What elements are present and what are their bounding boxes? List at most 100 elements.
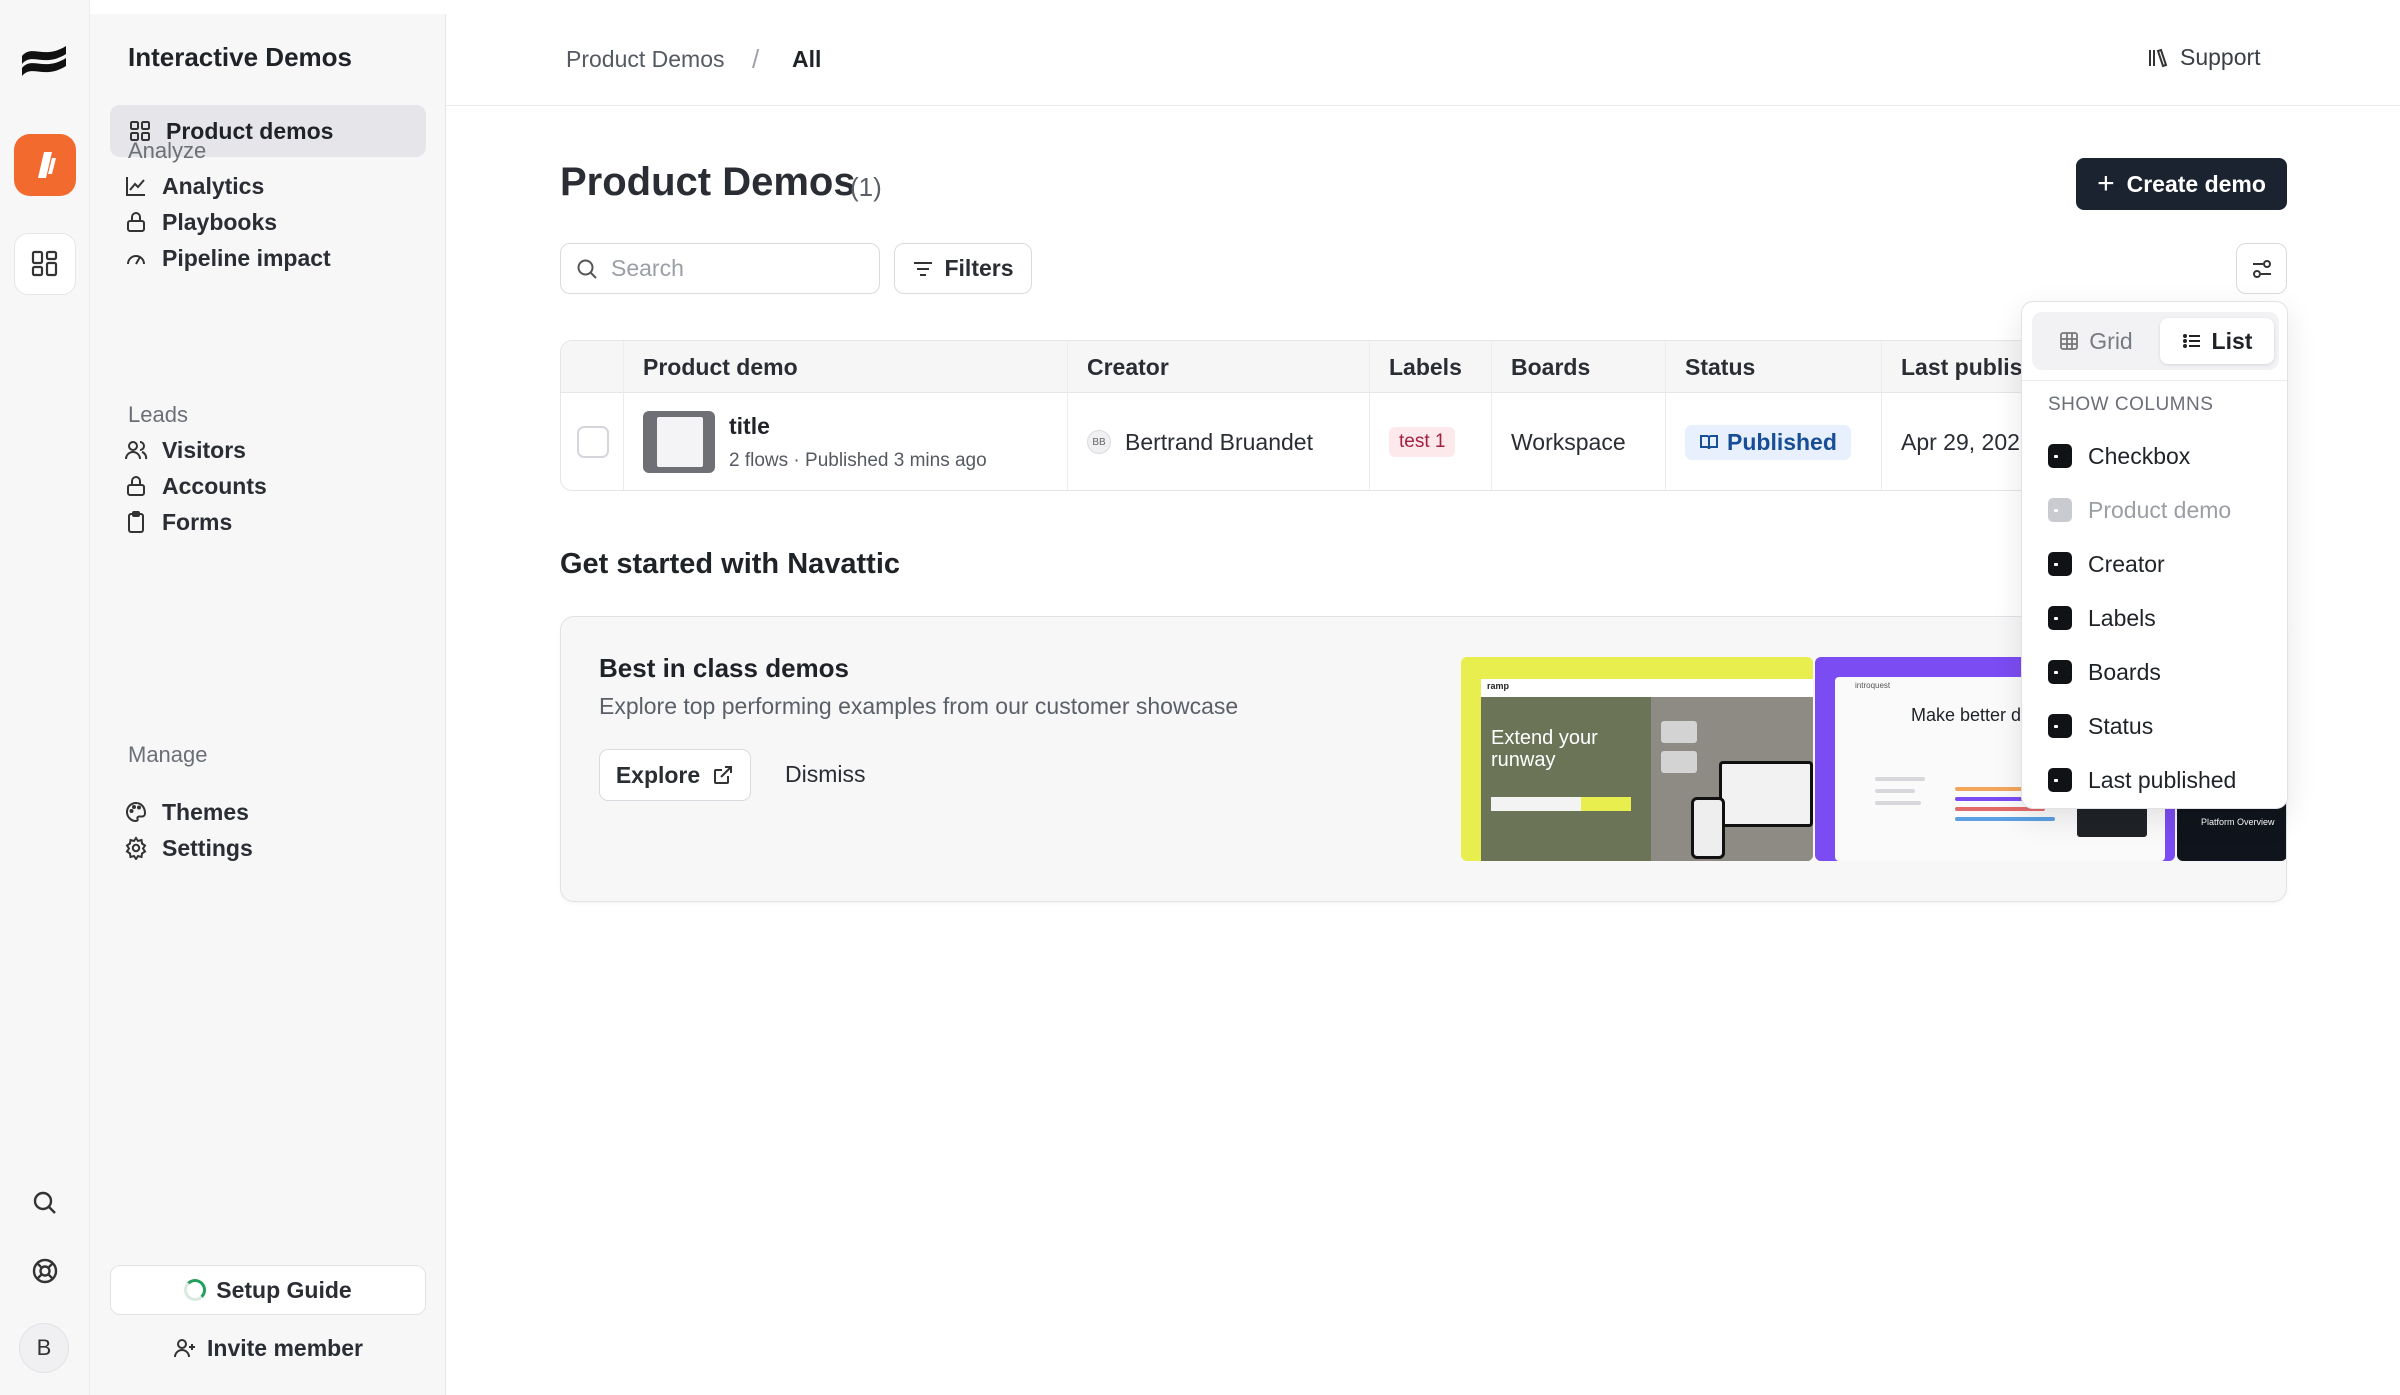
- navattic-logo-icon[interactable]: [18, 38, 70, 88]
- column-toggle-boards[interactable]: Boards: [2048, 652, 2161, 692]
- setup-guide-button[interactable]: Setup Guide: [110, 1265, 426, 1315]
- workspace-title[interactable]: Interactive Demos: [128, 42, 352, 73]
- explore-button[interactable]: Explore: [599, 749, 751, 801]
- setup-guide-label: Setup Guide: [216, 1276, 352, 1303]
- column-toggle-product-demo: Product demo: [2048, 490, 2231, 530]
- avatar[interactable]: B: [19, 1323, 69, 1373]
- create-demo-button[interactable]: + Create demo: [2076, 158, 2287, 210]
- sidebar-item-label: Analytics: [162, 172, 265, 199]
- topbar: Product Demos / All Support: [446, 14, 2400, 106]
- filter-lines-icon: [914, 261, 933, 276]
- grid-view-label: Grid: [2089, 327, 2133, 354]
- grid-view-tab[interactable]: Grid: [2042, 318, 2150, 364]
- breadcrumb-current: All: [792, 46, 822, 72]
- showcase-image-ramp[interactable]: ramp Extend your runway: [1461, 657, 1813, 861]
- column-toggle-status[interactable]: Status: [2048, 706, 2153, 746]
- view-segmented-control: Grid List: [2032, 312, 2279, 370]
- sidebar-item-analytics[interactable]: Analytics: [124, 166, 264, 206]
- demo-thumbnail: [643, 411, 715, 473]
- sidebar-item-settings[interactable]: Settings: [124, 828, 253, 868]
- column-toggle-labels[interactable]: Labels: [2048, 598, 2156, 638]
- plus-icon: +: [2097, 167, 2115, 200]
- app-rail: B: [0, 0, 90, 1395]
- column-header-labels[interactable]: Labels: [1389, 341, 1462, 393]
- shot-brand: ramp: [1487, 681, 1510, 691]
- column-divider: [1369, 341, 1370, 490]
- column-toggle-label: Checkbox: [2088, 442, 2191, 469]
- list-icon: [2182, 334, 2200, 348]
- column-header-last-published[interactable]: Last publis: [1901, 341, 2022, 393]
- column-header-creator[interactable]: Creator: [1087, 341, 1169, 393]
- column-toggle-last-published[interactable]: Last published: [2048, 760, 2236, 800]
- creator-avatar: BB: [1087, 430, 1111, 454]
- breadcrumb-root[interactable]: Product Demos: [566, 46, 725, 73]
- column-header-boards[interactable]: Boards: [1511, 341, 1590, 393]
- grid-apps-icon[interactable]: [14, 233, 76, 295]
- row-checkbox[interactable]: [577, 426, 609, 458]
- library-books-icon: [2149, 48, 2168, 67]
- column-toggle-label: Labels: [2088, 604, 2156, 631]
- help-lifebuoy-icon[interactable]: [26, 1252, 64, 1290]
- dismiss-button[interactable]: Dismiss: [785, 761, 866, 788]
- checkbox-checked-icon: [2048, 660, 2072, 684]
- column-toggle-checkbox[interactable]: Checkbox: [2048, 436, 2190, 476]
- invite-member-label: Invite member: [207, 1334, 363, 1361]
- sliders-icon: [2252, 259, 2271, 278]
- demo-title[interactable]: title: [729, 413, 987, 440]
- section-heading-analyze: Analyze: [128, 138, 207, 163]
- invite-member-button[interactable]: Invite member: [110, 1326, 426, 1370]
- table-grid-icon: [2060, 332, 2079, 350]
- shot-headline: Extend your runway: [1491, 727, 1598, 771]
- column-header-product-demo[interactable]: Product demo: [643, 341, 798, 393]
- checkbox-checked-icon: [2048, 606, 2072, 630]
- status-label: Published: [1727, 428, 1837, 455]
- search-icon[interactable]: [26, 1184, 64, 1222]
- filters-button[interactable]: Filters: [894, 243, 1032, 294]
- view-options-button[interactable]: [2236, 243, 2287, 294]
- sidebar-item-forms[interactable]: Forms: [124, 502, 232, 542]
- sidebar: Interactive Demos Product demos Analyze …: [90, 14, 446, 1395]
- view-options-popover: Grid List SHOW COLUMNS Checkbox Product …: [2021, 301, 2288, 809]
- breadcrumb-separator: /: [752, 44, 760, 74]
- search-input[interactable]: [611, 255, 861, 282]
- checkbox-checked-icon: [2048, 768, 2072, 792]
- sidebar-item-label: Playbooks: [162, 208, 278, 235]
- support-link[interactable]: Support: [2146, 44, 2261, 71]
- section-heading-manage: Manage: [128, 742, 208, 767]
- sidebar-item-themes[interactable]: Themes: [124, 792, 249, 832]
- show-columns-heading: SHOW COLUMNS: [2048, 394, 2214, 415]
- list-view-tab[interactable]: List: [2160, 318, 2274, 364]
- shot-headline: Make better de: [1911, 705, 2032, 725]
- create-demo-label: Create demo: [2126, 170, 2266, 197]
- label-badge[interactable]: test 1: [1389, 427, 1456, 457]
- creator-cell: BB Bertrand Bruandet: [1087, 393, 1313, 490]
- card-subtitle: Explore top performing examples from our…: [599, 693, 1239, 719]
- column-toggle-label: Last published: [2088, 766, 2237, 793]
- sidebar-item-label: Accounts: [162, 472, 267, 499]
- external-link-icon: [714, 766, 733, 784]
- column-divider: [1881, 341, 1882, 490]
- sidebar-item-accounts[interactable]: Accounts: [124, 466, 267, 506]
- search-icon: [577, 259, 597, 279]
- shot-brand: introquest: [1855, 681, 1891, 690]
- progress-ring-icon: [184, 1279, 207, 1301]
- table-row[interactable]: title 2 flows · Published 3 mins ago: [643, 393, 987, 490]
- column-toggle-label: Boards: [2088, 658, 2161, 685]
- board-cell: Workspace: [1511, 428, 1626, 455]
- popover-divider: [2022, 380, 2287, 381]
- search-box[interactable]: [560, 243, 880, 294]
- column-header-status[interactable]: Status: [1685, 341, 1755, 393]
- checkbox-checked-icon: [2048, 444, 2072, 468]
- sidebar-item-label: Forms: [162, 508, 233, 535]
- demo-meta: 2 flows · Published 3 mins ago: [729, 449, 987, 471]
- product-app-icon[interactable]: [14, 134, 76, 196]
- column-toggle-creator[interactable]: Creator: [2048, 544, 2165, 584]
- support-label: Support: [2180, 44, 2261, 70]
- shot-caption: Platform Overview: [2201, 817, 2275, 827]
- sidebar-item-visitors[interactable]: Visitors: [124, 430, 246, 470]
- sidebar-item-playbooks[interactable]: Playbooks: [124, 202, 277, 242]
- page-title: Product Demos: [560, 160, 856, 204]
- status-cell: Published: [1685, 393, 1851, 490]
- sidebar-item-pipeline-impact[interactable]: Pipeline impact: [124, 238, 331, 278]
- get-started-heading: Get started with Navattic: [560, 548, 901, 580]
